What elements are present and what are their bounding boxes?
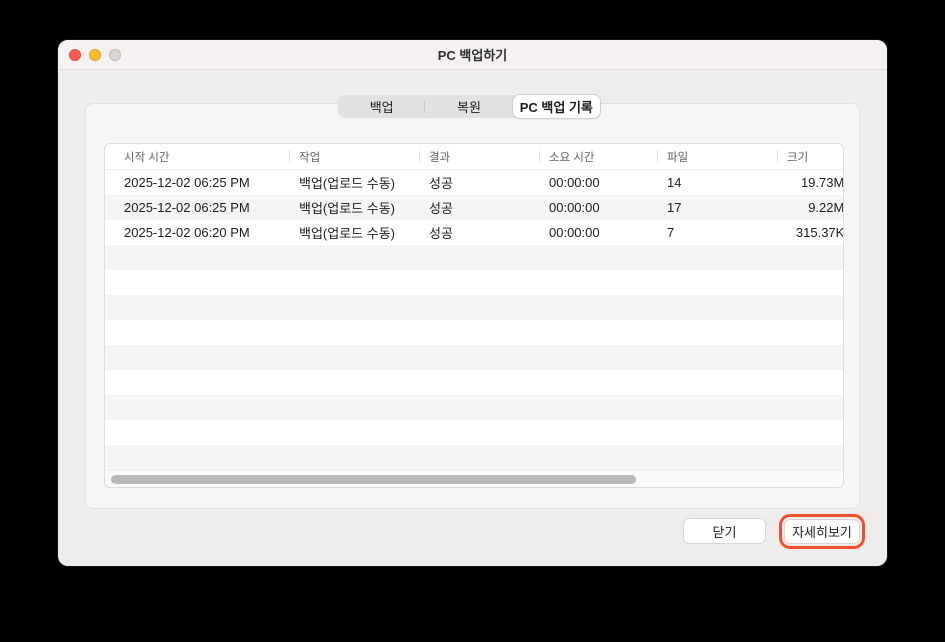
backup-history-table: 시작 시간 작업 결과 소요 시간 파일 크기 2025-12-02 06:25… (104, 143, 844, 488)
table-row[interactable]: 2025-12-02 06:25 PM 백업(업로드 수동) 성공 00:00:… (105, 170, 844, 195)
column-header-size[interactable]: 크기 (777, 144, 843, 169)
table-empty-row (105, 245, 843, 270)
cell-duration: 00:00:00 (549, 225, 600, 240)
table-empty-row (105, 295, 843, 320)
tab-restore[interactable]: 복원 (425, 95, 512, 118)
table-empty-row (105, 270, 843, 295)
tab-pc-backup-history[interactable]: PC 백업 기록 (512, 95, 600, 118)
close-button[interactable]: 닫기 (683, 518, 766, 544)
cell-size: 315.37KB (795, 225, 844, 240)
cell-start-time: 2025-12-02 06:25 PM (124, 200, 250, 215)
table-empty-row (105, 445, 843, 470)
table-empty-row (105, 370, 843, 395)
history-panel: 시작 시간 작업 결과 소요 시간 파일 크기 2025-12-02 06:25… (85, 103, 860, 509)
tab-backup[interactable]: 백업 (338, 95, 426, 118)
column-header-duration[interactable]: 소요 시간 (539, 144, 657, 169)
table-empty-row (105, 345, 843, 370)
cell-size: 19.73MB (800, 175, 844, 190)
column-header-result[interactable]: 결과 (419, 144, 539, 169)
cell-duration: 00:00:00 (549, 200, 600, 215)
cell-files: 7 (667, 225, 675, 240)
table-header-row: 시작 시간 작업 결과 소요 시간 파일 크기 (105, 144, 843, 170)
segmented-tab-control: 백업 복원 PC 백업 기록 (338, 95, 600, 118)
titlebar[interactable]: PC 백업하기 (58, 40, 887, 70)
column-header-start-time[interactable]: 시작 시간 (105, 144, 289, 169)
details-button[interactable]: 자세히보기 (779, 514, 865, 549)
zoom-window-button-disabled (109, 49, 121, 61)
cell-task: 백업(업로드 수동) (299, 201, 395, 216)
cell-start-time: 2025-12-02 06:25 PM (124, 175, 250, 190)
minimize-window-button[interactable] (89, 49, 101, 61)
cell-duration: 00:00:00 (549, 175, 600, 190)
table-row[interactable]: 2025-12-02 06:25 PM 백업(업로드 수동) 성공 00:00:… (105, 195, 844, 220)
cell-start-time: 2025-12-02 06:20 PM (124, 225, 250, 240)
column-header-task[interactable]: 작업 (289, 144, 419, 169)
cell-result: 성공 (429, 226, 453, 241)
column-header-files[interactable]: 파일 (657, 144, 777, 169)
cell-size: 9.22MB (808, 200, 844, 215)
table-row[interactable]: 2025-12-02 06:20 PM 백업(업로드 수동) 성공 00:00:… (105, 220, 844, 245)
desktop-background: PC 백업하기 백업 복원 PC 백업 기록 시작 시간 작업 결과 소요 시간… (0, 0, 945, 642)
pc-backup-window: PC 백업하기 백업 복원 PC 백업 기록 시작 시간 작업 결과 소요 시간… (58, 40, 887, 566)
cell-task: 백업(업로드 수동) (299, 176, 395, 191)
table-empty-row (105, 320, 843, 345)
table-body: 2025-12-02 06:25 PM 백업(업로드 수동) 성공 00:00:… (105, 170, 844, 470)
cell-task: 백업(업로드 수동) (299, 226, 395, 241)
cell-files: 14 (667, 175, 682, 190)
table-empty-row (105, 395, 843, 420)
table-empty-row (105, 420, 843, 445)
horizontal-scrollbar-track[interactable] (105, 470, 843, 487)
window-title: PC 백업하기 (437, 48, 508, 63)
horizontal-scrollbar-thumb[interactable] (111, 475, 636, 484)
traffic-lights (69, 49, 121, 61)
cell-files: 17 (667, 200, 682, 215)
close-window-button[interactable] (69, 49, 81, 61)
cell-result: 성공 (429, 201, 453, 216)
cell-result: 성공 (429, 176, 453, 191)
